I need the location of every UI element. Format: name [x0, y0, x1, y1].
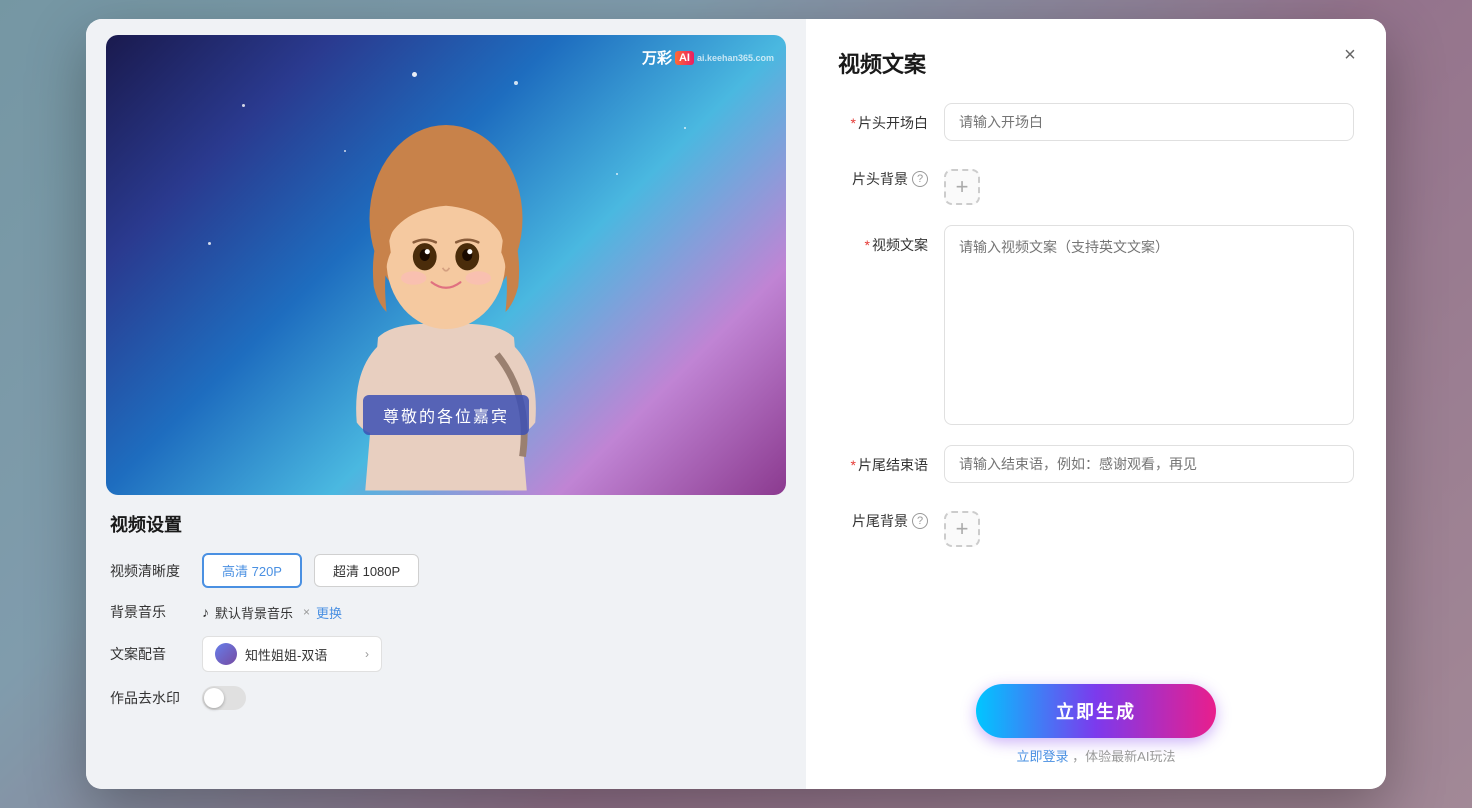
voice-arrow-icon: › — [365, 647, 369, 661]
content-field: *视频文案 — [838, 225, 1354, 425]
quality-row: 视频清晰度 高清 720P 超清 1080P — [110, 553, 782, 588]
footer-bg-label: 片尾背景 ? — [838, 503, 928, 531]
music-change-btn[interactable]: 更换 — [316, 603, 342, 622]
music-info: ♪ 默认背景音乐 × 更换 — [202, 603, 342, 622]
video-preview: 万彩 AI ai.keehan365.com — [106, 35, 786, 495]
footer-bg-field: 片尾背景 ? + — [838, 503, 1354, 547]
modal-dialog: 万彩 AI ai.keehan365.com — [86, 19, 1386, 789]
music-label: 背景音乐 — [110, 602, 190, 622]
header-bg-add: + — [944, 161, 980, 205]
left-panel: 万彩 AI ai.keehan365.com — [86, 19, 806, 789]
music-note-icon: ♪ — [202, 604, 209, 620]
header-bg-field: 片头背景 ? + — [838, 161, 1354, 205]
quality-1080p-btn[interactable]: 超清 1080P — [314, 554, 419, 587]
quality-label: 视频清晰度 — [110, 561, 190, 581]
quality-720p-btn[interactable]: 高清 720P — [202, 553, 302, 588]
modal-overlay: 万彩 AI ai.keehan365.com — [0, 0, 1472, 808]
opening-label: *片头开场白 — [838, 103, 928, 133]
login-link[interactable]: 立即登录 — [1017, 749, 1069, 764]
header-bg-label: 片头背景 ? — [838, 161, 928, 189]
video-subtitle: 尊敬的各位嘉宾 — [363, 395, 529, 435]
voice-avatar-icon — [215, 643, 237, 665]
music-remove-btn[interactable]: × — [303, 605, 310, 619]
voice-label: 文案配音 — [110, 644, 190, 664]
watermark-toggle[interactable] — [202, 686, 246, 710]
opening-field: *片头开场白 — [838, 103, 1354, 141]
generate-button[interactable]: 立即生成 — [976, 684, 1216, 738]
footer-bg-help-icon[interactable]: ? — [912, 513, 928, 529]
right-panel: 视频文案 × *片头开场白 片头背景 ? + — [806, 19, 1386, 789]
content-label: *视频文案 — [838, 225, 928, 255]
login-hint: 立即登录 ，体验最新AI玩法 — [1017, 746, 1176, 765]
footer-bg-add: + — [944, 503, 980, 547]
footer-bg-add-btn[interactable]: + — [944, 511, 980, 547]
header-bg-help-icon[interactable]: ? — [912, 171, 928, 187]
music-row: 背景音乐 ♪ 默认背景音乐 × 更换 — [110, 602, 782, 622]
voice-selector[interactable]: 知性姐姐-双语 › — [202, 636, 382, 672]
voice-row: 文案配音 知性姐姐-双语 › — [110, 636, 782, 672]
music-name: 默认背景音乐 — [215, 603, 293, 622]
closing-label: *片尾结束语 — [838, 445, 928, 475]
opening-input[interactable] — [944, 103, 1354, 141]
watermark-row: 作品去水印 — [110, 686, 782, 710]
content-textarea[interactable] — [944, 225, 1354, 425]
voice-name: 知性姐姐-双语 — [245, 645, 327, 664]
panel-title: 视频文案 — [838, 47, 1354, 79]
video-settings: 视频设置 视频清晰度 高清 720P 超清 1080P 背景音乐 ♪ 默认背景音… — [106, 511, 786, 724]
closing-input[interactable] — [944, 445, 1354, 483]
closing-field: *片尾结束语 — [838, 445, 1354, 483]
close-button[interactable]: × — [1334, 39, 1366, 71]
settings-title: 视频设置 — [110, 511, 782, 537]
header-bg-add-btn[interactable]: + — [944, 169, 980, 205]
video-watermark: 万彩 AI ai.keehan365.com — [642, 47, 774, 68]
generate-section: 立即生成 立即登录 ，体验最新AI玩法 — [838, 664, 1354, 765]
watermark-label: 作品去水印 — [110, 688, 190, 708]
